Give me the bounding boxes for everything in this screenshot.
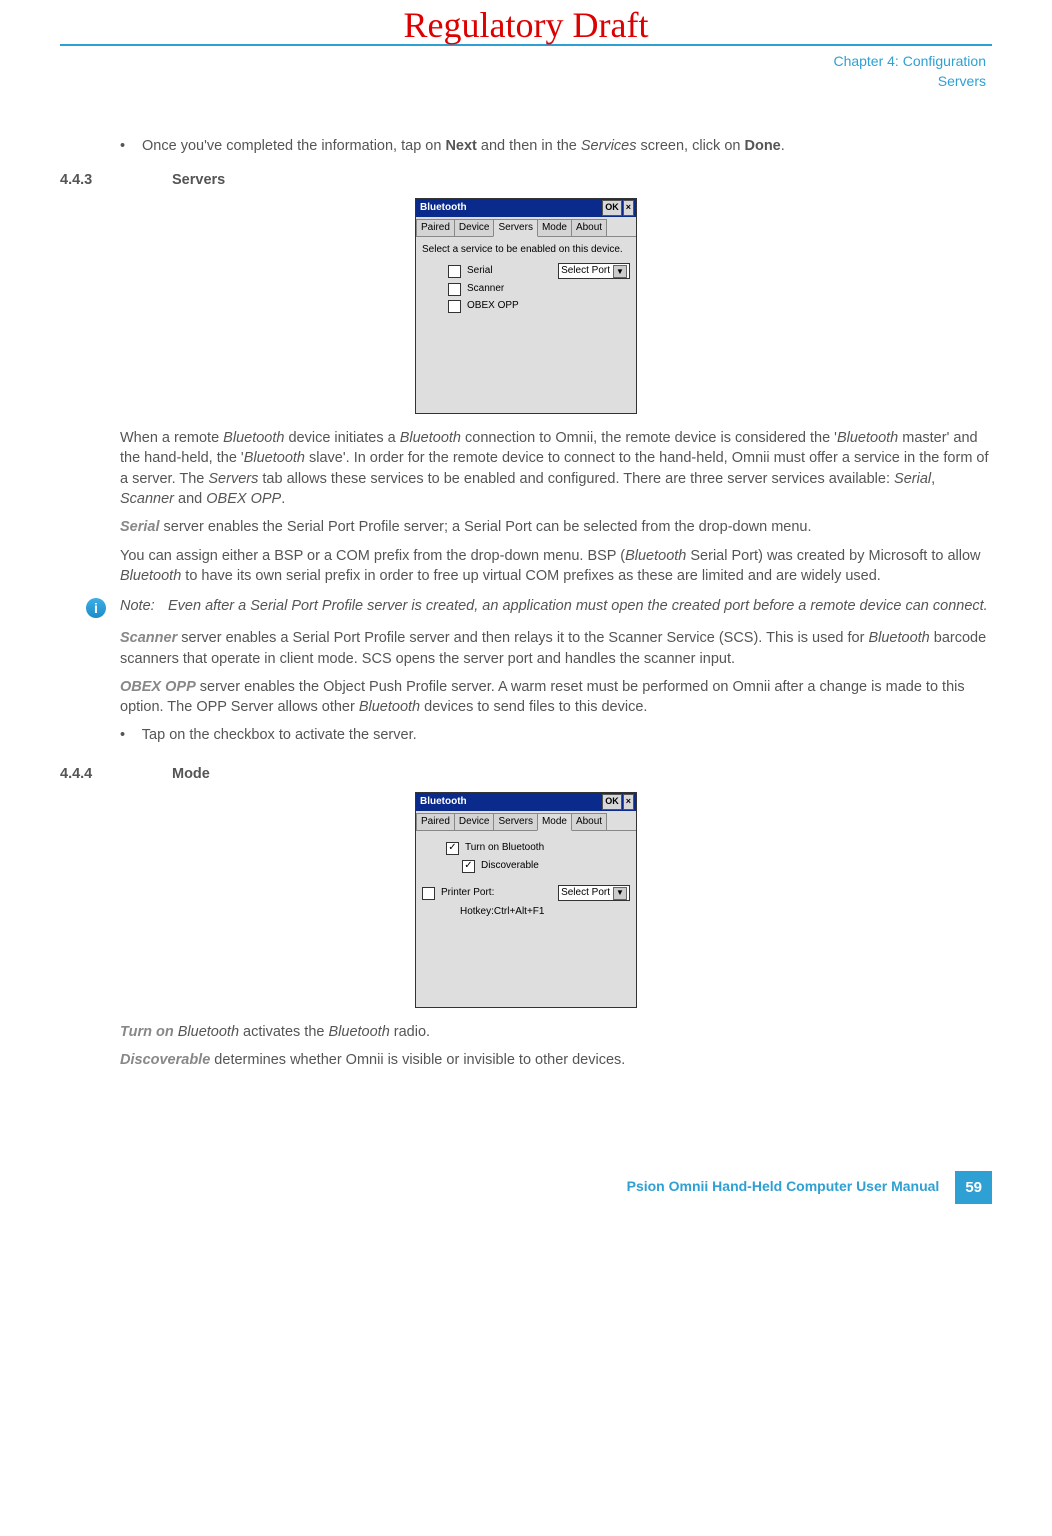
paragraph-turn-on: Turn on Bluetooth activates the Bluetoot… xyxy=(120,1022,992,1042)
info-icon: i xyxy=(86,598,106,618)
close-button[interactable]: × xyxy=(623,200,634,216)
close-button[interactable]: × xyxy=(623,794,634,810)
serial-checkbox[interactable] xyxy=(448,265,461,278)
note-label: Note: xyxy=(120,596,168,616)
chevron-down-icon: ▼ xyxy=(613,265,627,278)
ok-button[interactable]: OK xyxy=(602,200,622,216)
activate-text: Tap on the checkbox to activate the serv… xyxy=(142,727,417,743)
hotkey-label: Hotkey:Ctrl+Alt+F1 xyxy=(460,905,544,919)
note-block: i Note: Even after a Serial Port Profile… xyxy=(86,596,992,618)
serial-label: Serial xyxy=(467,264,493,278)
footer-title: Psion Omnii Hand-Held Computer User Manu… xyxy=(627,1177,940,1197)
serial-row: Serial Select Port ▼ xyxy=(448,263,630,279)
section-title: Servers xyxy=(172,170,225,190)
scanner-label: Scanner xyxy=(467,282,504,296)
window-title: Bluetooth xyxy=(418,795,601,809)
section-4-4-3: 4.4.3 Servers xyxy=(60,170,992,190)
turn-on-checkbox[interactable]: ✓ xyxy=(446,842,459,855)
tab-servers[interactable]: Servers xyxy=(493,813,537,830)
select-port-dropdown[interactable]: Select Port ▼ xyxy=(558,263,630,279)
instructions-text: Select a service to be enabled on this d… xyxy=(422,243,630,257)
printer-label: Printer Port: xyxy=(441,886,494,900)
panel-body: ✓ Turn on Bluetooth ✓ Discoverable Print… xyxy=(416,831,636,1007)
panel-body: Select a service to be enabled on this d… xyxy=(416,237,636,413)
tab-strip: Paired Device Servers Mode About xyxy=(416,811,636,831)
intro-text: Once you've completed the information, t… xyxy=(142,138,785,154)
obex-row: OBEX OPP xyxy=(448,299,630,313)
tab-device[interactable]: Device xyxy=(454,219,495,236)
intro-bullet: • Once you've completed the information,… xyxy=(120,136,992,156)
turn-on-row: ✓ Turn on Bluetooth xyxy=(446,841,630,855)
paragraph-discoverable: Discoverable determines whether Omnii is… xyxy=(120,1050,992,1070)
obex-label: OBEX OPP xyxy=(467,299,519,313)
ok-button[interactable]: OK xyxy=(602,794,622,810)
tab-strip: Paired Device Servers Mode About xyxy=(416,217,636,237)
header-section: Servers xyxy=(66,72,986,92)
tab-mode[interactable]: Mode xyxy=(537,813,572,831)
paragraph-servers-intro: When a remote Bluetooth device initiates… xyxy=(120,428,992,509)
page-content: • Once you've completed the information,… xyxy=(60,136,992,1071)
page-header: Chapter 4: Configuration Servers xyxy=(60,44,992,95)
window-title: Bluetooth xyxy=(418,201,601,215)
note-text: Even after a Serial Port Profile server … xyxy=(168,596,988,616)
tab-device[interactable]: Device xyxy=(454,813,495,830)
scanner-checkbox[interactable] xyxy=(448,283,461,296)
hotkey-row: Hotkey:Ctrl+Alt+F1 xyxy=(460,905,630,919)
section-number: 4.4.4 xyxy=(60,764,172,784)
section-4-4-4: 4.4.4 Mode xyxy=(60,764,992,784)
tab-about[interactable]: About xyxy=(571,219,607,236)
discoverable-checkbox[interactable]: ✓ xyxy=(462,860,475,873)
page-footer: Psion Omnii Hand-Held Computer User Manu… xyxy=(60,1171,992,1204)
obex-checkbox[interactable] xyxy=(448,300,461,313)
bullet-dot: • xyxy=(120,136,138,156)
paragraph-scanner: Scanner server enables a Serial Port Pro… xyxy=(120,628,992,669)
window-titlebar: Bluetooth OK × xyxy=(416,199,636,217)
window-titlebar: Bluetooth OK × xyxy=(416,793,636,811)
printer-port-dropdown[interactable]: Select Port ▼ xyxy=(558,885,630,901)
tab-about[interactable]: About xyxy=(571,813,607,830)
turn-on-label: Turn on Bluetooth xyxy=(465,841,544,855)
header-chapter: Chapter 4: Configuration xyxy=(66,52,986,72)
discoverable-label: Discoverable xyxy=(481,859,539,873)
paragraph-serial: Serial server enables the Serial Port Pr… xyxy=(120,517,992,537)
printer-row: Printer Port: Select Port ▼ xyxy=(422,885,630,901)
paragraph-obex: OBEX OPP server enables the Object Push … xyxy=(120,677,992,718)
bluetooth-mode-screenshot: Bluetooth OK × Paired Device Servers Mod… xyxy=(415,792,637,1008)
section-number: 4.4.3 xyxy=(60,170,172,190)
bullet-dot: • xyxy=(120,725,138,745)
chevron-down-icon: ▼ xyxy=(613,887,627,900)
discoverable-row: ✓ Discoverable xyxy=(462,859,630,873)
activate-bullet: • Tap on the checkbox to activate the se… xyxy=(120,725,992,745)
paragraph-bsp: You can assign either a BSP or a COM pre… xyxy=(120,546,992,587)
section-title: Mode xyxy=(172,764,210,784)
tab-paired[interactable]: Paired xyxy=(416,813,455,830)
bluetooth-servers-screenshot: Bluetooth OK × Paired Device Servers Mod… xyxy=(415,198,637,414)
tab-paired[interactable]: Paired xyxy=(416,219,455,236)
tab-mode[interactable]: Mode xyxy=(537,219,572,236)
printer-checkbox[interactable] xyxy=(422,887,435,900)
regulatory-draft-watermark: Regulatory Draft xyxy=(0,0,1052,50)
tab-servers[interactable]: Servers xyxy=(493,219,537,237)
scanner-row: Scanner xyxy=(448,282,630,296)
page-number: 59 xyxy=(955,1171,992,1204)
